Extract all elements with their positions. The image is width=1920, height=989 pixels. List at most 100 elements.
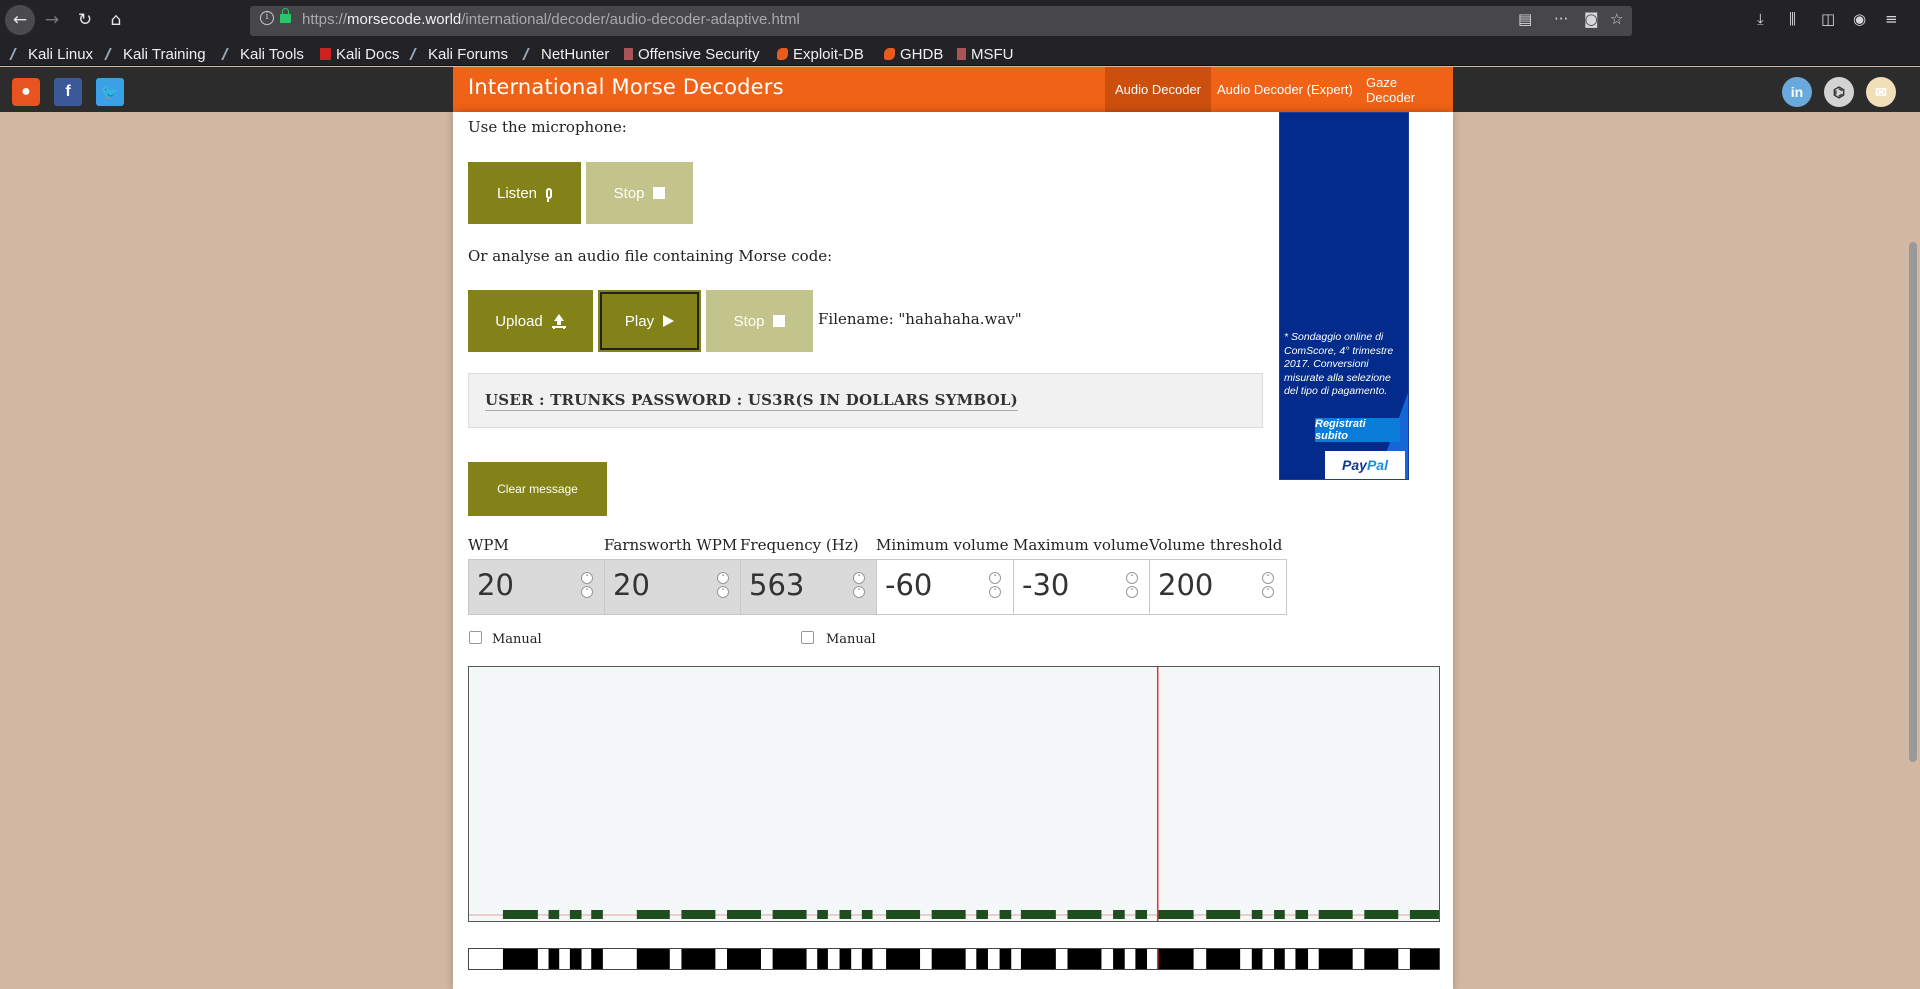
kali-dragon-icon xyxy=(409,48,426,60)
wpm-spinner[interactable]: ˄ ˅ xyxy=(581,572,593,600)
bookmark-label: Kali Training xyxy=(123,45,206,63)
bookmark-kali-linux[interactable]: Kali Linux xyxy=(9,43,93,65)
signal-pulse xyxy=(1206,910,1241,919)
maximum-volume-value: -30 xyxy=(1022,568,1070,602)
morse-element xyxy=(772,949,807,969)
tab-audio-decoder-expert[interactable]: Audio Decoder (Expert) xyxy=(1207,67,1363,112)
reader-view-icon[interactable]: ▤ xyxy=(1518,10,1532,28)
page-content: Use the microphone: Listen Stop Or analy… xyxy=(453,112,1453,989)
url-prefix: https:// xyxy=(302,11,348,28)
linkedin-icon[interactable]: in xyxy=(1782,77,1812,107)
signal-pulse xyxy=(999,910,1012,919)
tab-audio-decoder[interactable]: Audio Decoder xyxy=(1105,67,1211,112)
farnsworth-wpm-label: Farnsworth WPM xyxy=(604,536,738,554)
github-icon[interactable]: ⌬ xyxy=(1824,77,1854,107)
home-icon[interactable]: ⌂ xyxy=(101,5,131,35)
frequency-manual-checkbox[interactable] xyxy=(801,631,814,644)
reddit-icon[interactable]: ● xyxy=(12,78,40,106)
mic-stop-button[interactable]: Stop xyxy=(586,162,693,224)
exploit-db-icon xyxy=(777,48,788,60)
signal-pulse xyxy=(636,910,670,919)
upload-icon xyxy=(551,314,566,328)
listen-button-label: Listen xyxy=(496,184,538,202)
account-icon[interactable]: ◉ xyxy=(1853,10,1866,28)
bookmark-msfu[interactable]: MSFU xyxy=(957,43,1014,65)
bookmark-kali-docs[interactable]: Kali Docs xyxy=(320,43,399,65)
page-actions-icon[interactable]: ··· xyxy=(1554,10,1568,28)
bookmark-exploit-db[interactable]: Exploit-DB xyxy=(777,43,864,65)
bookmark-star-icon[interactable]: ☆ xyxy=(1610,10,1623,28)
maximum-volume-spinner[interactable]: ˄ ˅ xyxy=(1126,572,1138,600)
page-scrollbar-thumb[interactable] xyxy=(1909,242,1917,762)
spin-up-icon[interactable]: ˄ xyxy=(1262,572,1274,584)
minimum-volume-spinner[interactable]: ˄ ˅ xyxy=(989,572,1001,600)
listen-button[interactable]: Listen xyxy=(468,162,581,224)
pocket-icon[interactable]: ◙ xyxy=(1584,10,1599,28)
spin-up-icon[interactable]: ˄ xyxy=(581,572,593,584)
spin-down-icon[interactable]: ˅ xyxy=(989,586,1001,598)
maximum-volume-input[interactable]: -30 ˄ ˅ xyxy=(1013,559,1151,615)
spin-up-icon[interactable]: ˄ xyxy=(853,572,865,584)
bookmark-kali-forums[interactable]: Kali Forums xyxy=(409,43,509,65)
morse-element xyxy=(502,949,538,969)
spin-down-icon[interactable]: ˅ xyxy=(853,586,865,598)
signal-pulse xyxy=(591,910,603,919)
morse-element xyxy=(1364,949,1399,969)
tab-gaze-decoder[interactable]: Gaze Decoder xyxy=(1356,67,1453,112)
decoded-message[interactable]: USER : TRUNKS PASSWORD : US3R(S IN DOLLA… xyxy=(485,391,1018,411)
site-info-icon[interactable]: i xyxy=(260,11,274,25)
volume-threshold-input[interactable]: 200 ˄ ˅ xyxy=(1149,559,1287,615)
morse-element-strip xyxy=(502,949,1439,969)
file-stop-button[interactable]: Stop xyxy=(706,290,813,352)
spin-down-icon[interactable]: ˅ xyxy=(1126,586,1138,598)
signal-pulse xyxy=(1295,910,1309,919)
spin-down-icon[interactable]: ˅ xyxy=(1262,586,1274,598)
frequency-input[interactable]: 563 ˄ ˅ xyxy=(740,559,878,615)
back-arrow-icon[interactable]: ← xyxy=(5,5,35,35)
spin-up-icon[interactable]: ˄ xyxy=(1126,572,1138,584)
wpm-input[interactable]: 20 ˄ ˅ xyxy=(468,559,606,615)
bookmark-label: Offensive Security xyxy=(638,45,760,63)
morse-element xyxy=(976,949,988,969)
upload-button[interactable]: Upload xyxy=(468,290,593,352)
ad-register-button[interactable]: Registrati subito xyxy=(1315,418,1400,442)
downloads-icon[interactable]: ⤓ xyxy=(1757,10,1764,28)
reload-icon[interactable]: ↻ xyxy=(70,5,100,35)
url-text[interactable]: https://morsecode.world/international/de… xyxy=(302,11,800,28)
sidebar-icon[interactable]: ◫ xyxy=(1821,10,1835,28)
spin-up-icon[interactable]: ˄ xyxy=(717,572,729,584)
minimum-volume-input[interactable]: -60 ˄ ˅ xyxy=(876,559,1014,615)
morse-element xyxy=(636,949,670,969)
morse-element xyxy=(681,949,716,969)
stop-square-icon xyxy=(653,187,666,199)
offensive-security-icon xyxy=(624,48,633,60)
site-title[interactable]: International Morse Decoders xyxy=(468,75,784,99)
signal-timeline[interactable] xyxy=(468,666,1440,922)
frequency-spinner[interactable]: ˄ ˅ xyxy=(853,572,865,600)
forward-arrow-icon[interactable]: → xyxy=(37,5,67,35)
stop-button-label: Stop xyxy=(613,184,645,202)
spin-up-icon[interactable]: ˄ xyxy=(989,572,1001,584)
play-button[interactable]: Play xyxy=(598,290,701,352)
advertisement[interactable]: * Sondaggio online di ComScore, 4° trime… xyxy=(1279,112,1409,480)
bookmark-offensive-security[interactable]: Offensive Security xyxy=(624,43,759,65)
facebook-icon[interactable]: f xyxy=(54,78,82,106)
spin-down-icon[interactable]: ˅ xyxy=(717,586,729,598)
wpm-manual-checkbox[interactable] xyxy=(469,631,482,644)
bookmark-label: Kali Forums xyxy=(428,45,509,63)
menu-icon[interactable]: ≡ xyxy=(1885,10,1898,28)
twitter-icon[interactable]: 🐦 xyxy=(96,78,124,106)
spin-down-icon[interactable]: ˅ xyxy=(581,586,593,598)
library-icon[interactable]: ⫼ xyxy=(1789,10,1796,28)
farnsworth-spinner[interactable]: ˄ ˅ xyxy=(717,572,729,600)
address-bar[interactable]: i https://morsecode.world/international/… xyxy=(250,6,1632,36)
clear-message-button[interactable]: Clear message xyxy=(468,462,607,516)
email-icon[interactable]: ✉ xyxy=(1866,77,1896,107)
bookmark-ghdb[interactable]: GHDB xyxy=(884,43,943,65)
bookmark-nethunter[interactable]: NetHunter xyxy=(522,43,610,65)
volume-threshold-spinner[interactable]: ˄ ˅ xyxy=(1262,572,1274,600)
bookmark-label: NetHunter xyxy=(541,45,610,63)
farnsworth-wpm-input[interactable]: 20 ˄ ˅ xyxy=(604,559,742,615)
bookmark-kali-training[interactable]: Kali Training xyxy=(104,43,206,65)
bookmark-kali-tools[interactable]: Kali Tools xyxy=(221,43,304,65)
